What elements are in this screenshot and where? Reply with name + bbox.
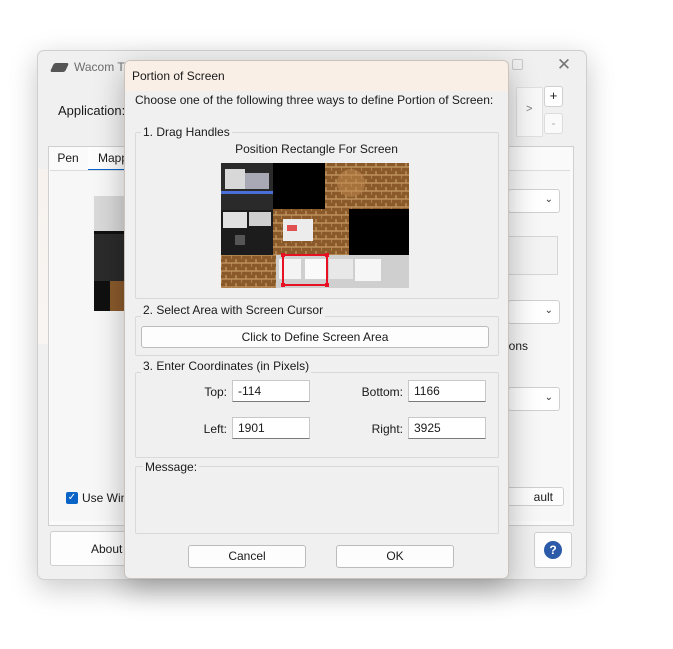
cancel-button[interactable]: Cancel <box>188 545 306 568</box>
right-label: Right: <box>371 422 403 436</box>
portion-of-screen-dialog: Portion of Screen Choose one of the foll… <box>124 60 509 579</box>
drag-handles-label: 1. Drag Handles <box>141 125 232 139</box>
wacom-logo-icon <box>49 62 70 72</box>
screen-layout-graphic <box>221 163 409 288</box>
options-text: ions <box>506 339 529 353</box>
checkmark-icon: ✓ <box>66 492 78 504</box>
dropdown-2[interactable]: ⌄ <box>508 300 560 324</box>
chevron-down-icon: ⌄ <box>544 392 553 403</box>
coordinates-label: 3. Enter Coordinates (in Pixels) <box>141 359 312 373</box>
use-windows-ink-label: Use Win <box>82 491 128 505</box>
use-windows-ink-checkbox[interactable]: ✓ Use Win <box>66 491 127 505</box>
maximize-icon[interactable] <box>512 59 523 70</box>
left-input[interactable] <box>232 417 310 439</box>
position-rectangle-caption: Position Rectangle For Screen <box>235 142 398 156</box>
application-label: Application: <box>58 103 126 118</box>
dropdown-1[interactable]: ⌄ <box>508 189 560 213</box>
tab-pen[interactable]: Pen <box>50 148 86 169</box>
screen-cursor-label: 2. Select Area with Screen Cursor <box>141 303 326 317</box>
chevron-right-icon[interactable]: > <box>526 103 532 115</box>
dialog-title: Portion of Screen <box>132 69 225 83</box>
left-label: Left: <box>203 422 227 436</box>
mapping-field <box>508 236 558 275</box>
dropdown-3[interactable]: ⌄ <box>508 387 560 411</box>
message-label: Message: <box>143 460 200 474</box>
chevron-down-icon: ⌄ <box>544 305 553 316</box>
help-button[interactable]: ? <box>534 532 572 568</box>
screen-layout-preview[interactable] <box>221 163 409 288</box>
close-icon[interactable]: ✕ <box>554 55 574 75</box>
top-label: Top: <box>204 385 227 399</box>
bottom-label: Bottom: <box>361 385 403 399</box>
help-icon: ? <box>544 541 562 559</box>
ok-button[interactable]: OK <box>336 545 454 568</box>
message-group <box>135 466 499 534</box>
dialog-instructions: Choose one of the following three ways t… <box>135 93 494 107</box>
screen-thumbnail <box>94 196 128 311</box>
bottom-input[interactable] <box>408 380 486 402</box>
top-input[interactable] <box>232 380 310 402</box>
remove-application-button[interactable]: - <box>544 113 563 134</box>
add-application-button[interactable]: + <box>544 86 563 107</box>
right-input[interactable] <box>408 417 486 439</box>
chevron-down-icon: ⌄ <box>544 194 553 205</box>
define-screen-area-button[interactable]: Click to Define Screen Area <box>141 326 489 348</box>
